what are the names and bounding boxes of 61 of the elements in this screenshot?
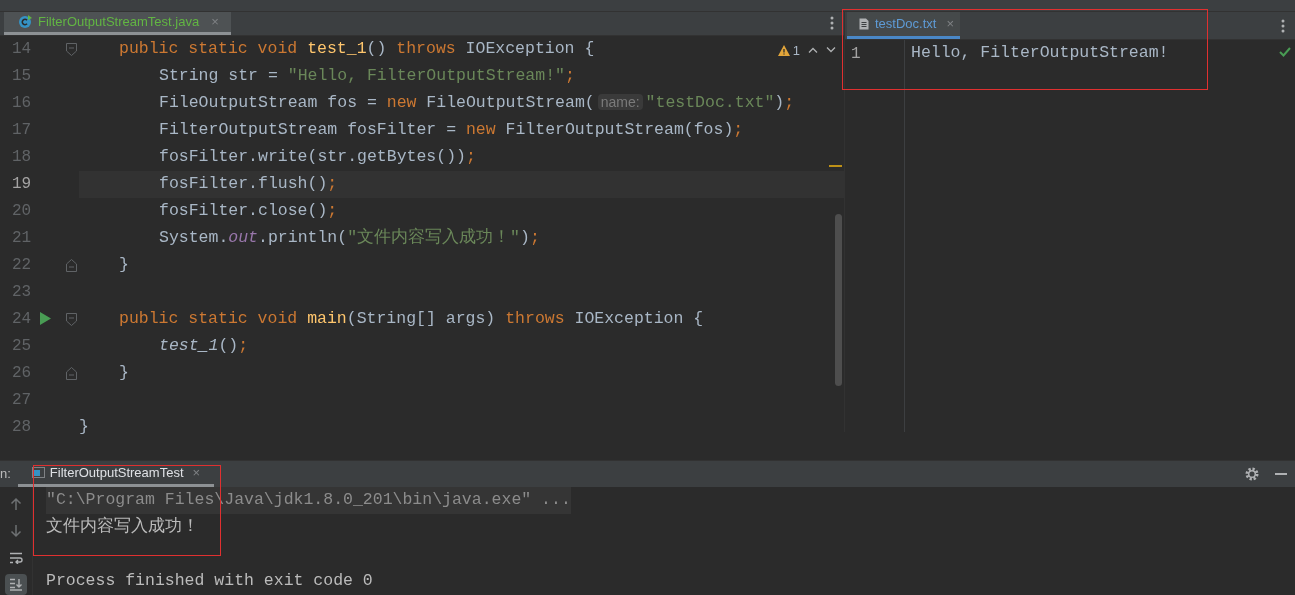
fold-icon[interactable] — [66, 258, 77, 272]
close-icon[interactable]: × — [192, 462, 201, 483]
fold-icon[interactable] — [66, 312, 77, 326]
close-icon[interactable]: × — [211, 12, 219, 32]
code-line: test_1(); — [158, 334, 249, 357]
console-line: 文件内容写入成功！ — [46, 515, 199, 539]
more-icon[interactable] — [1281, 18, 1285, 33]
line-number: 15 — [12, 66, 32, 87]
run-icon[interactable] — [40, 311, 51, 325]
line-number: 25 — [12, 336, 32, 357]
code-line: FilterOutputStream fosFilter = new FilterOutputStream(fos); — [158, 118, 744, 141]
code-line: fosFilter.flush(); — [158, 172, 338, 195]
text-file-icon — [859, 18, 869, 30]
settings-icon[interactable] — [1245, 467, 1259, 481]
code-line: public static void test_1() throws IOException { — [118, 37, 595, 60]
panel-label: n: — [0, 465, 11, 484]
line-number: 26 — [12, 363, 32, 384]
code-line: } — [118, 253, 129, 276]
code-line: FileOutputStream fos = new FileOutputStream( name: "testDoc.txt"); — [158, 91, 795, 114]
line-number: 24 — [12, 309, 32, 330]
up-arrow-icon — [10, 496, 22, 511]
line-number: 16 — [12, 93, 32, 114]
line-number: 28 — [12, 417, 32, 438]
down-arrow-icon — [10, 523, 22, 538]
scrollbar[interactable] — [835, 213, 842, 386]
soft-wrap-icon — [9, 551, 23, 564]
fold-icon[interactable] — [66, 42, 77, 56]
fold-icon[interactable] — [66, 366, 77, 380]
code-line: String str = "Hello, FilterOutputStream!"; — [158, 64, 575, 87]
code-line: } — [79, 415, 89, 438]
line-number: 14 — [12, 39, 32, 60]
line-number: 17 — [12, 120, 32, 141]
class-file-icon — [18, 14, 32, 29]
console-line: Process finished with exit code 0 — [46, 570, 373, 593]
line-number: 18 — [12, 147, 32, 168]
line-number: 21 — [12, 228, 32, 249]
console-icon — [31, 467, 45, 478]
close-icon[interactable]: × — [946, 14, 954, 34]
check-icon — [1279, 47, 1291, 57]
editor-tab[interactable]: FilterOutputStreamTest.java × — [4, 12, 231, 35]
code-line: fosFilter.write(str.getBytes()); — [158, 145, 476, 168]
code-line: public static void main(String[] args) throws IOException { — [118, 307, 704, 330]
inspection-indicator[interactable]: 1 — [777, 40, 836, 60]
line-number: 22 — [12, 255, 32, 276]
chevron-down-icon — [826, 47, 836, 54]
line-number: 20 — [12, 201, 32, 222]
line-number: 1 — [851, 43, 861, 65]
more-icon[interactable] — [830, 16, 834, 31]
line-number: 27 — [12, 390, 32, 411]
text-line: Hello, FilterOutputStream! — [911, 42, 1169, 65]
code-line: } — [118, 361, 129, 384]
line-number: 19 — [12, 174, 32, 195]
code-line: System.out.println("文件内容写入成功！"); — [158, 226, 540, 249]
code-line: fosFilter.close(); — [158, 199, 338, 222]
editor-tab[interactable]: testDoc.txt × — [847, 12, 960, 39]
warning-icon — [777, 44, 790, 56]
chevron-up-icon — [808, 47, 818, 54]
line-number: 23 — [12, 282, 32, 303]
error-stripe-mark — [829, 164, 842, 167]
scroll-to-end-icon — [9, 578, 23, 591]
console-tool-button[interactable] — [5, 574, 27, 595]
